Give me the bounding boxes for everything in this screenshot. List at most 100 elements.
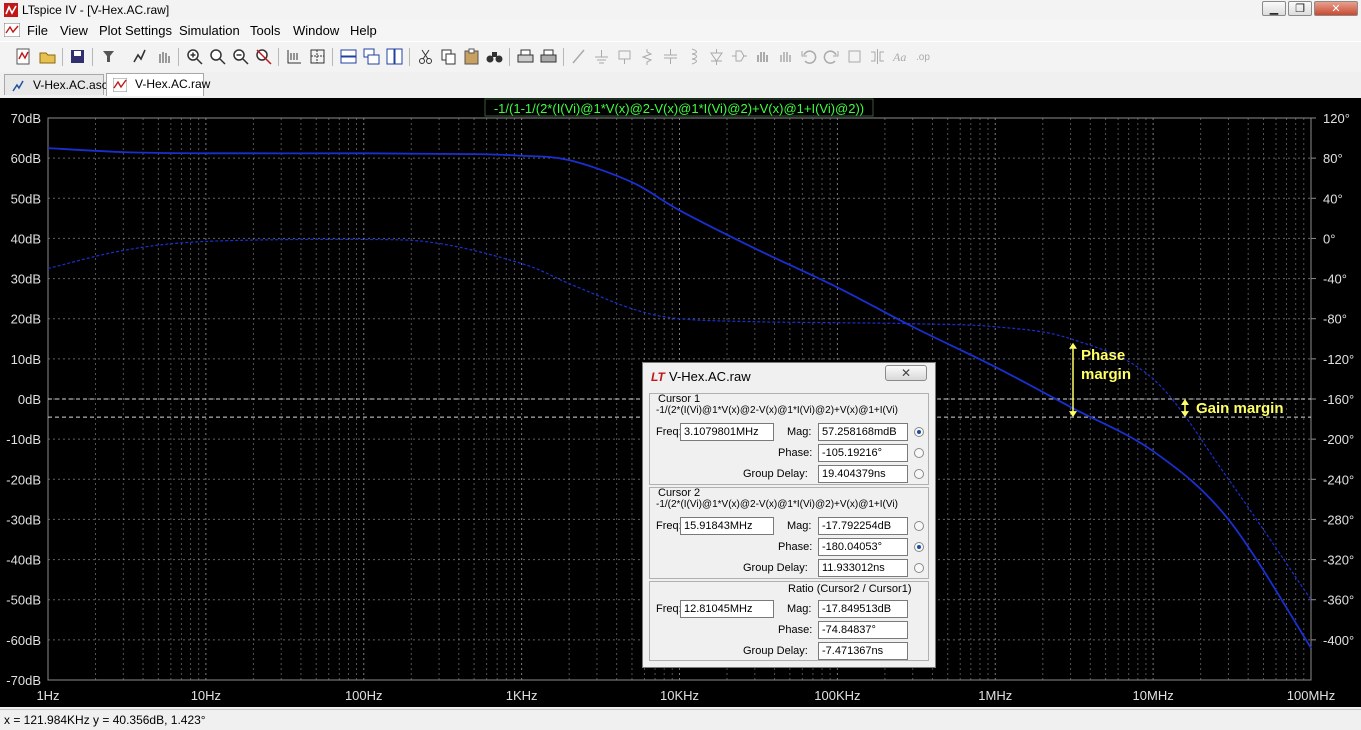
maximize-button[interactable]: ❐ xyxy=(1288,1,1312,16)
control-panel-icon[interactable] xyxy=(99,47,118,66)
cursor1-mag-field[interactable]: 57.258168mdB xyxy=(818,423,908,441)
drag-hand-icon xyxy=(780,52,791,62)
x-axis-tick-label: 10Hz xyxy=(191,688,221,703)
cursor1-freq-field[interactable]: 3.1079801MHz xyxy=(680,423,774,441)
spice-directive-icon: .op xyxy=(916,52,930,63)
find-binoculars-icon[interactable] xyxy=(485,47,504,66)
schematic-icon xyxy=(12,80,24,92)
y-axis-left-tick-label: 40dB xyxy=(11,231,41,246)
y-axis-left-tick-label: 20dB xyxy=(11,312,41,327)
tab-schematic[interactable]: V-Hex.AC.asc xyxy=(4,74,108,95)
cursor2-mag-label: Mag: xyxy=(787,520,812,532)
zoom-in-icon[interactable] xyxy=(185,47,204,66)
arrow-head-down xyxy=(1181,411,1189,418)
move-hand-icon xyxy=(757,52,768,62)
cursor1-group: Cursor 1 -1/(2*(I(Vi)@1*V(x)@2-V(x)@1*I(… xyxy=(649,393,929,485)
menu-view[interactable]: View xyxy=(60,23,88,38)
tab-schematic-label: V-Hex.AC.asc xyxy=(33,78,108,92)
open-folder-icon[interactable] xyxy=(38,47,57,66)
tab-waveform[interactable]: V-Hex.AC.raw xyxy=(106,73,210,96)
zoom-cancel-icon[interactable] xyxy=(254,47,273,66)
y-axis-right-tick-label: -280° xyxy=(1323,512,1354,527)
new-schematic-icon[interactable] xyxy=(14,47,33,66)
cursor2-mag-field[interactable]: -17.792254dB xyxy=(818,517,908,535)
ratio-freq-field[interactable]: 12.81045MHz xyxy=(680,600,774,618)
tile-vertical-icon[interactable] xyxy=(385,47,404,66)
cursor2-phase-radio[interactable] xyxy=(914,542,924,552)
y-axis-left-tick-label: -30dB xyxy=(6,512,41,527)
ratio-group-delay-field[interactable]: -7.471367ns xyxy=(818,642,908,660)
menu-simulation[interactable]: Simulation xyxy=(179,23,240,38)
capacitor-icon xyxy=(664,49,677,64)
tab-waveform-label: V-Hex.AC.raw xyxy=(135,77,211,91)
cursor2-freq-field[interactable]: 15.91843MHz xyxy=(680,517,774,535)
minimize-button[interactable]: ▁ xyxy=(1262,1,1286,16)
ratio-label: Ratio (Cursor2 / Cursor1) xyxy=(788,583,912,595)
cursor1-freq-label: Freq: xyxy=(656,426,682,438)
autorange-icon[interactable] xyxy=(285,47,304,66)
undo-icon xyxy=(801,50,817,64)
menu-file[interactable]: File xyxy=(27,23,48,38)
cursor2-label: Cursor 2 xyxy=(658,487,701,499)
y-axis-left-tick-label: 10dB xyxy=(11,352,41,367)
component-icon xyxy=(732,50,747,62)
cursor2-phase-field[interactable]: -180.04053° xyxy=(818,538,908,556)
print-setup-icon[interactable] xyxy=(516,47,535,66)
tile-horizontal-icon[interactable] xyxy=(339,47,358,66)
x-axis-tick-label: 10MHz xyxy=(1133,688,1174,703)
copy-icon[interactable] xyxy=(439,47,458,66)
ratio-group: Ratio (Cursor2 / Cursor1) Freq: 12.81045… xyxy=(649,581,929,661)
close-window-button[interactable]: ✕ xyxy=(1314,1,1358,16)
window-title: LTspice IV - [V-Hex.AC.raw] xyxy=(22,3,170,17)
arrow-head-up xyxy=(1181,399,1189,405)
paste-icon[interactable] xyxy=(462,47,481,66)
cursor1-phase-radio[interactable] xyxy=(914,448,924,458)
y-axis-right-tick-label: -360° xyxy=(1323,593,1354,608)
ratio-phase-field[interactable]: -74.84837° xyxy=(818,621,908,639)
zoom-full-icon[interactable] xyxy=(208,47,227,66)
y-axis-left-tick-label: -60dB xyxy=(6,633,41,648)
cut-icon[interactable] xyxy=(416,47,435,66)
x-axis-tick-label: 1MHz xyxy=(978,688,1012,703)
y-axis-right-tick-label: 40° xyxy=(1323,191,1343,206)
ratio-mag-label: Mag: xyxy=(787,603,812,615)
y-axis-left-tick-label: 50dB xyxy=(11,191,41,206)
save-icon[interactable] xyxy=(68,47,87,66)
x-axis-tick-label: 1KHz xyxy=(506,688,538,703)
cursor2-group-delay-field[interactable]: 11.933012ns xyxy=(818,559,908,577)
menu-plot-settings[interactable]: Plot Settings xyxy=(99,23,172,38)
toolbar: Aa .op xyxy=(0,41,1361,73)
y-axis-right-tick-label: 120° xyxy=(1323,111,1350,126)
y-axis-right-tick-label: -120° xyxy=(1323,352,1354,367)
waveform-icon xyxy=(113,78,127,92)
cursor1-expression: -1/(2*(I(Vi)@1*V(x)@2-V(x)@1*I(Vi)@2)+V(… xyxy=(656,405,898,416)
cursor2-group-delay-label: Group Delay: xyxy=(743,562,808,574)
menu-help[interactable]: Help xyxy=(350,23,377,38)
menu-tools[interactable]: Tools xyxy=(250,23,280,38)
y-axis-left-tick-label: 70dB xyxy=(11,111,41,126)
pan-hand-icon[interactable] xyxy=(154,47,173,66)
cursor1-mag-radio[interactable] xyxy=(914,427,924,437)
x-axis-tick-label: 100MHz xyxy=(1287,688,1335,703)
menu-window[interactable]: Window xyxy=(293,23,339,38)
ratio-phase-label: Phase: xyxy=(778,624,813,636)
cursor1-group-delay-radio[interactable] xyxy=(914,469,924,479)
y-axis-left-tick-label: -10dB xyxy=(6,432,41,447)
cascade-icon[interactable] xyxy=(362,47,381,66)
cursor2-mag-radio[interactable] xyxy=(914,521,924,531)
trace-expression-label[interactable]: -1/(1-1/(2*(I(Vi)@1*V(x)@2-V(x)@1*I(Vi)@… xyxy=(494,101,864,116)
y-axis-left-tick-label: -20dB xyxy=(6,472,41,487)
ratio-mag-field[interactable]: -17.849513dB xyxy=(818,600,908,618)
ltspice-logo-icon xyxy=(4,3,18,17)
zoom-out-icon[interactable] xyxy=(231,47,250,66)
run-icon[interactable] xyxy=(130,47,149,66)
print-icon[interactable] xyxy=(539,47,558,66)
svg-text:LT: LT xyxy=(651,370,666,382)
cursor2-group-delay-radio[interactable] xyxy=(914,563,924,573)
grid-icon[interactable] xyxy=(308,47,327,66)
ltspice-logo-icon: LT xyxy=(651,370,666,382)
dialog-close-button[interactable]: ✕ xyxy=(885,365,927,381)
cursor1-group-delay-field[interactable]: 19.404379ns xyxy=(818,465,908,483)
cursor1-phase-field[interactable]: -105.19216° xyxy=(818,444,908,462)
mirror-icon xyxy=(871,49,884,64)
